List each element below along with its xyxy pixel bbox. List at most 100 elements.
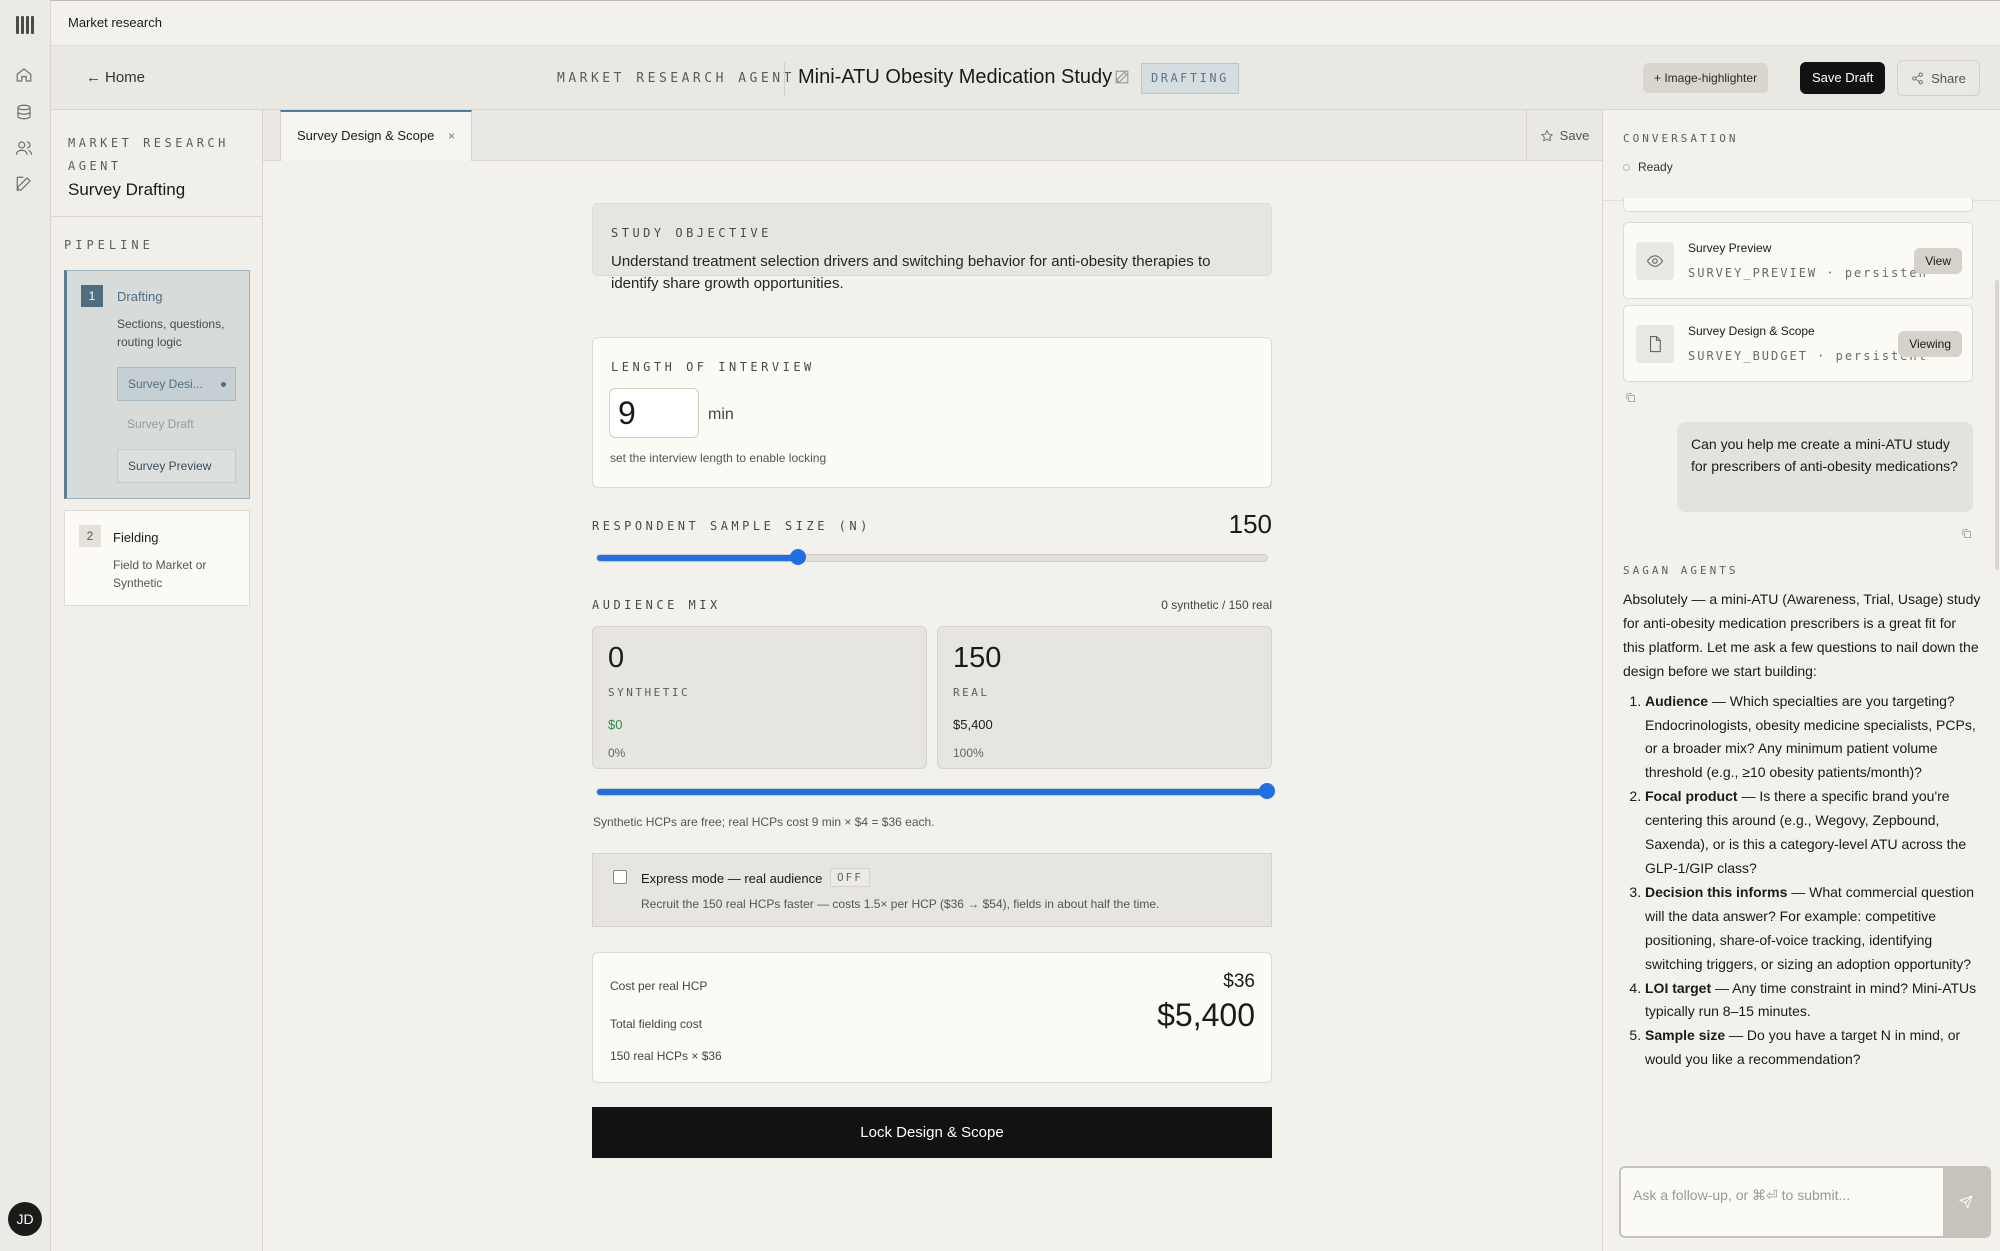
pipeline-label: PIPELINE <box>64 238 154 252</box>
status-text: Ready <box>1638 160 1673 174</box>
star-icon <box>1540 129 1553 142</box>
cost-summary-card: Cost per real HCP $36 Total fielding cos… <box>592 952 1272 1083</box>
conversation-status: Ready <box>1623 160 1673 174</box>
image-highlighter-button[interactable]: + Image-highlighter <box>1643 63 1769 93</box>
slider-thumb[interactable] <box>790 549 806 565</box>
save-button[interactable]: Save <box>1526 110 1602 161</box>
artifact-title: Survey Design & Scope <box>1688 324 1815 338</box>
close-icon[interactable]: × <box>448 112 455 160</box>
users-icon[interactable] <box>15 139 35 159</box>
list-item: LOI target — Any time constraint in mind… <box>1645 977 1981 1025</box>
artifact-card <box>1623 198 1973 212</box>
header-divider <box>784 62 785 96</box>
workspace-title: Market research <box>68 15 162 30</box>
scrollbar[interactable] <box>1995 280 1999 570</box>
sub-item-survey-design[interactable]: Survey Desi... <box>117 367 236 401</box>
real-card: 150 REAL $5,400 100% <box>937 626 1272 769</box>
sub-item-survey-preview[interactable]: Survey Preview <box>117 449 236 483</box>
sidebar-agent-label: MARKET RESEARCH AGENT <box>68 136 229 173</box>
pipeline-sidebar: MARKET RESEARCH AGENT Survey Drafting PI… <box>51 110 263 1251</box>
express-mode-state: OFF <box>830 868 870 887</box>
sub-item-label: Survey Desi... <box>128 377 203 391</box>
agent-label: MARKET RESEARCH AGENT <box>557 71 795 86</box>
stage-description: Field to Market or Synthetic <box>113 558 207 590</box>
stage-number: 1 <box>81 285 103 307</box>
loi-card: LENGTH OF INTERVIEW 9 min set the interv… <box>592 337 1272 488</box>
artifact-card-survey-design[interactable]: Survey Design & Scope SURVEY_BUDGET · pe… <box>1623 305 1973 382</box>
save-label: Save <box>1559 128 1590 143</box>
message-composer[interactable]: Ask a follow-up, or ⌘⏎ to submit... <box>1619 1166 1991 1238</box>
loi-input[interactable]: 9 <box>609 388 699 438</box>
real-count: 150 <box>953 642 1002 674</box>
artifact-subtitle: SURVEY_PREVIEW · persistent <box>1688 266 1928 280</box>
synthetic-percent: 0% <box>608 746 626 760</box>
synthetic-label: SYNTHETIC <box>608 686 691 699</box>
loi-label: LENGTH OF INTERVIEW <box>611 360 815 374</box>
share-label: Share <box>1931 70 1966 86</box>
stage-fielding[interactable]: 2 Fielding Field to Market or Synthetic <box>64 510 250 606</box>
tab-bar: Survey Design & Scope × Save <box>263 110 1602 161</box>
composer-input[interactable]: Ask a follow-up, or ⌘⏎ to submit... <box>1633 1187 1933 1204</box>
agent-name-label: SAGAN AGENTS <box>1623 564 1739 577</box>
conversation-panel: CONVERSATION Ready Survey Preview SURVEY… <box>1602 110 2000 1251</box>
real-label: REAL <box>953 686 990 699</box>
home-link[interactable]: ← Home <box>86 69 145 86</box>
status-dot-icon <box>1623 163 1630 171</box>
home-icon[interactable] <box>15 66 35 86</box>
agent-reply: Absolutely — a mini-ATU (Awareness, Tria… <box>1623 588 1981 1072</box>
send-button[interactable] <box>1943 1168 1989 1236</box>
active-dot <box>221 382 226 387</box>
divider <box>51 216 262 217</box>
audience-mix-note: Synthetic HCPs are free; real HCPs cost … <box>593 815 935 829</box>
document-icon <box>1636 325 1674 363</box>
synthetic-card: 0 SYNTHETIC $0 0% <box>592 626 927 769</box>
total-cost-value: $5,400 <box>1157 997 1255 1033</box>
tab-label: Survey Design & Scope <box>297 128 435 143</box>
conversation-header: CONVERSATION Ready <box>1603 110 1999 201</box>
page-header: ← Home MARKET RESEARCH AGENT Mini-ATU Ob… <box>51 46 2000 110</box>
status-badge: DRAFTING <box>1141 63 1239 94</box>
audience-mix-slider[interactable] <box>596 783 1275 799</box>
icon-rail: JD <box>0 0 51 1251</box>
reply-list: Audience — Which specialties are you tar… <box>1623 690 1981 1073</box>
eye-icon <box>1636 242 1674 280</box>
home-link-label: Home <box>105 69 146 86</box>
stage-title: Fielding <box>113 530 159 545</box>
lock-design-button[interactable]: Lock Design & Scope <box>592 1107 1272 1158</box>
view-button[interactable]: View <box>1914 248 1962 274</box>
save-draft-button[interactable]: Save Draft <box>1800 62 1886 94</box>
stage-description: Sections, questions, routing logic <box>117 317 225 349</box>
stage-drafting[interactable]: 1 Drafting Sections, questions, routing … <box>64 270 250 499</box>
sample-size-value: 150 <box>1228 509 1272 539</box>
slider-thumb[interactable] <box>1259 783 1275 799</box>
share-button[interactable]: Share <box>1897 60 1980 96</box>
arrow-left-icon: ← <box>86 69 101 86</box>
viewing-button[interactable]: Viewing <box>1898 331 1962 357</box>
database-icon[interactable] <box>15 103 35 123</box>
logo-icon[interactable] <box>16 16 36 34</box>
list-item: Decision this informs — What commercial … <box>1645 881 1981 977</box>
artifact-card-survey-preview[interactable]: Survey Preview SURVEY_PREVIEW · persiste… <box>1623 222 1973 299</box>
slider-fill <box>597 789 1267 795</box>
cost-formula: 150 real HCPs × $36 <box>610 1049 722 1063</box>
copy-icon[interactable] <box>1625 390 1637 402</box>
conversation-label: CONVERSATION <box>1623 132 1739 145</box>
sub-item-survey-draft[interactable]: Survey Draft <box>117 408 236 442</box>
sample-size-slider[interactable] <box>596 549 1268 565</box>
list-item: Focal product — Is there a specific bran… <box>1645 785 1981 881</box>
express-mode-title: Express mode — real audience <box>641 871 823 886</box>
express-mode-checkbox[interactable] <box>613 870 627 884</box>
page-title: Mini-ATU Obesity Medication Study <box>798 66 1113 88</box>
list-item: Sample size — Do you have a target N in … <box>1645 1024 1981 1072</box>
copy-icon[interactable] <box>1961 526 1973 538</box>
tab-survey-design-scope[interactable]: Survey Design & Scope × <box>280 110 472 161</box>
audience-mix-summary: 0 synthetic / 150 real <box>1161 598 1272 612</box>
avatar[interactable]: JD <box>8 1202 42 1236</box>
edit-title-icon[interactable] <box>1115 70 1129 84</box>
edit-icon[interactable] <box>15 175 35 195</box>
objective-text: Understand treatment selection drivers a… <box>611 253 1211 292</box>
artifact-title: Survey Preview <box>1688 241 1772 255</box>
total-cost-label: Total fielding cost <box>610 1017 703 1031</box>
reply-intro: Absolutely — a mini-ATU (Awareness, Tria… <box>1623 591 1981 679</box>
real-cost: $5,400 <box>953 717 993 732</box>
